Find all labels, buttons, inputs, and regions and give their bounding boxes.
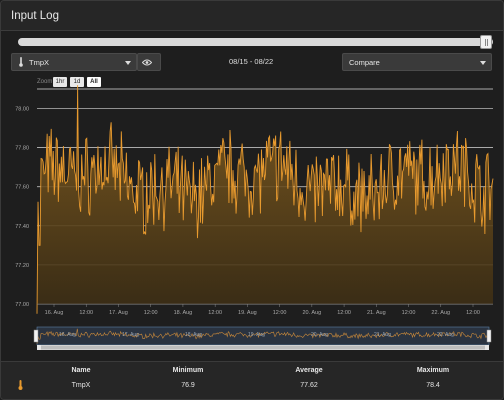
x-tick-label: 12:00: [402, 310, 416, 316]
row-avg: 77.62: [300, 382, 318, 389]
x-tick-label: 12:00: [337, 310, 351, 316]
x-tick-label: 12:00: [208, 310, 222, 316]
toolbar: TmpX 08/15 - 08/22 Compare: [1, 53, 503, 73]
navigator-tick-label: 21. Aug: [374, 332, 391, 338]
title-bar: Input Log: [1, 1, 503, 31]
input-log-window: Input Log TmpX 08/15 - 08/22 Compare Zoo…: [0, 0, 504, 400]
navigator[interactable]: 16. Aug 17. Aug 18. Aug 19. Aug 20. Aug 21. A…: [33, 326, 492, 350]
eye-icon: [142, 59, 152, 66]
navigator-tick-label: 18. Aug: [185, 332, 202, 338]
slider-handle[interactable]: [480, 35, 492, 49]
y-tick-label: 78.00: [15, 107, 29, 113]
chart-area: Zoom 1hr 1d All 77.00 77.20 77.40 77.60 77.8…: [1, 75, 503, 361]
x-tick-label: 12:00: [144, 310, 158, 316]
navigator-tick-label: 19. Aug: [248, 332, 265, 338]
y-tick-label: 77.40: [15, 224, 29, 230]
thermometer-icon: [18, 380, 23, 390]
time-range-slider[interactable]: [18, 38, 493, 46]
y-tick-label: 77.60: [15, 185, 29, 191]
x-tick-label: 16. Aug: [45, 310, 64, 316]
temperature-chart[interactable]: 77.00 77.20 77.40 77.60 77.80 78.00 16. Aug 12…: [1, 75, 503, 361]
x-tick-label: 18. Aug: [174, 310, 193, 316]
navigator-scrollbar[interactable]: [41, 345, 485, 350]
navigator-tick-label: 20. Aug: [311, 332, 328, 338]
x-tick-label: 19. Aug: [238, 310, 257, 316]
compare-select-label: Compare: [349, 58, 380, 67]
row-min: 76.9: [181, 382, 195, 389]
col-header-name: Name: [71, 367, 91, 374]
x-tick-label: 17. Aug: [109, 310, 128, 316]
chevron-down-icon: [125, 61, 131, 65]
x-tick-label: 12:00: [466, 310, 480, 316]
window-title: Input Log: [11, 10, 59, 22]
x-tick-label: 12:00: [273, 310, 287, 316]
channel-select-label: TmpX: [29, 58, 50, 67]
x-tick-label: 22. Aug: [431, 310, 450, 316]
row-name: TmpX: [71, 382, 91, 389]
navigator-tick-label: 22. Aug: [437, 332, 454, 338]
col-header-avg: Average: [295, 367, 323, 374]
thermometer-icon: [19, 57, 23, 67]
chevron-down-icon: [480, 61, 486, 65]
navigator-tick-label: 17. Aug: [122, 332, 139, 338]
y-tick-label: 77.20: [15, 263, 29, 269]
summary-table: Name Minimum Average Maximum TmpX 76.9 7…: [1, 361, 503, 399]
col-header-min: Minimum: [172, 367, 204, 374]
x-tick-label: 21. Aug: [367, 310, 386, 316]
x-tick-label: 12:00: [79, 310, 93, 316]
visibility-toggle[interactable]: [137, 53, 161, 71]
compare-select[interactable]: Compare: [342, 53, 492, 71]
col-header-max: Maximum: [416, 367, 450, 374]
channel-select[interactable]: TmpX: [11, 53, 137, 71]
row-max: 78.4: [426, 382, 440, 389]
y-tick-label: 77.00: [15, 302, 29, 308]
navigator-handle-right[interactable]: [486, 329, 492, 343]
y-tick-label: 77.80: [15, 146, 29, 152]
navigator-handle-left[interactable]: [33, 329, 39, 343]
date-range: 08/15 - 08/22: [229, 57, 274, 66]
x-tick-label: 20. Aug: [303, 310, 322, 316]
navigator-tick-label: 16. Aug: [59, 332, 76, 338]
